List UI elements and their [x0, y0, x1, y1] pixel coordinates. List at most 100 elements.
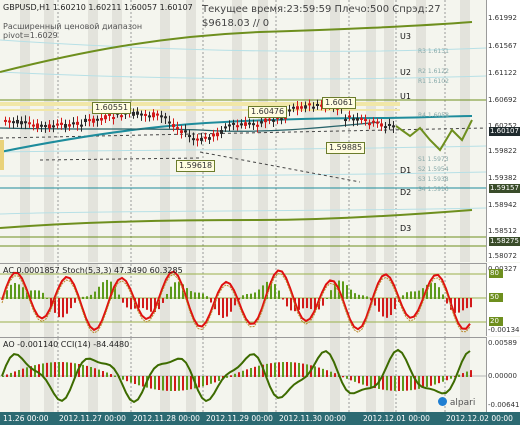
candle-body — [292, 106, 295, 109]
ac-bar — [94, 291, 96, 299]
ao-bar — [54, 362, 56, 377]
ac-bar — [418, 290, 420, 299]
candle-body — [280, 118, 283, 121]
level-label-u2: U2 — [400, 68, 411, 77]
candle-body — [152, 112, 155, 118]
candle-body — [300, 106, 303, 109]
price-tick: 1.58072 — [488, 252, 517, 260]
ao-tick: -0.00641 — [488, 401, 520, 409]
ac-bar — [470, 298, 472, 308]
ac-bar — [234, 298, 236, 306]
candle-body — [376, 121, 379, 124]
ao-bar — [406, 376, 408, 391]
ac-bar — [290, 298, 292, 311]
terminal-chart-window: GBPUSD,H1 1.60210 1.60211 1.60057 1.6010… — [0, 0, 520, 425]
ao-bar — [10, 372, 12, 377]
indicator-panel-stoch[interactable]: AC 0.0001857 Stoch(5,3,3) 47.3490 60.328… — [0, 263, 486, 337]
ao-bar — [238, 372, 240, 377]
ac-bar — [382, 298, 384, 317]
candle-body — [308, 103, 311, 106]
candle-body — [88, 119, 91, 122]
ac-bar — [286, 298, 288, 307]
ao-bar — [86, 365, 88, 377]
candle-body — [248, 122, 251, 125]
candle-body — [188, 135, 191, 138]
ao-bar — [322, 368, 324, 377]
ac-bar — [82, 296, 84, 299]
time-tick: 2012.12.02 00:00 — [443, 412, 516, 425]
candle-body — [104, 115, 107, 120]
ao-bar — [342, 376, 344, 378]
ao-bar — [110, 374, 112, 377]
ao-bar — [162, 376, 164, 391]
faint-level-s4: S4 1.5916 — [418, 186, 449, 193]
ao-bar — [462, 373, 464, 377]
session-stripe — [366, 0, 376, 262]
ac-bar — [446, 298, 448, 304]
candle-body — [48, 124, 51, 129]
time-tick: 2012.12.01 00:00 — [360, 412, 433, 425]
ao-bar — [410, 376, 412, 391]
candle-body — [132, 111, 135, 116]
candle-body — [192, 138, 195, 141]
ao-bar — [138, 376, 140, 386]
ao-bar — [190, 376, 192, 390]
candle-body — [256, 124, 259, 127]
level-price-marker-2: 1.58275 — [489, 237, 520, 246]
level-label-d1: D1 — [400, 166, 412, 175]
candle-body — [264, 118, 267, 123]
ac-bar — [174, 282, 176, 299]
faint-level-s3: S3 1.5938 — [418, 176, 449, 183]
price-tick: 1.61122 — [488, 69, 517, 77]
ao-bar — [434, 376, 436, 385]
ac-bar — [262, 285, 264, 299]
price-callout-high-1: 1.60551 — [92, 102, 132, 114]
symbol-info: GBPUSD,H1 1.60210 1.60211 1.60057 1.6010… — [3, 3, 193, 12]
candle-body — [196, 138, 199, 141]
candle-body — [244, 122, 247, 126]
candle-body — [80, 124, 83, 127]
candle-body — [136, 111, 139, 115]
ao-bar — [270, 363, 272, 377]
ac-bar — [278, 290, 280, 299]
ao-bar — [122, 376, 124, 380]
indicator-name: Расширенный ценовой диапазон — [3, 22, 143, 31]
time-tick: 2012.11.29 00:00 — [203, 412, 276, 425]
ac-bar — [58, 298, 60, 318]
ao-bar — [18, 369, 20, 377]
session-stripe — [416, 264, 426, 337]
ac-bar — [10, 284, 12, 299]
alpari-logo-text: alpari — [449, 398, 476, 408]
ao-bar — [350, 376, 352, 381]
ac-bar — [146, 298, 148, 310]
ao-bar — [398, 376, 400, 391]
ao-bar — [22, 368, 24, 377]
ac-bar — [322, 298, 324, 306]
candle-body — [296, 106, 299, 110]
candle-body — [352, 118, 355, 121]
faint-level-r2: R2 1.6122 — [418, 68, 449, 75]
ao-bar — [106, 372, 108, 377]
ao-bar — [182, 376, 184, 391]
ao-bar — [166, 376, 168, 391]
ao-bar — [274, 362, 276, 377]
ao-bar — [46, 362, 48, 377]
ao-bar — [298, 362, 300, 377]
ac-bar — [246, 294, 248, 299]
ao-bar — [426, 376, 428, 387]
ao-bar — [438, 376, 440, 384]
indicator-panel-ao-cci[interactable]: AO -0.001140 CCI(14) -84.4480 alpari — [0, 337, 486, 413]
ao-bar — [346, 376, 348, 379]
ao-bar — [206, 376, 208, 386]
pivot-info: pivot=1.6029 — [3, 31, 58, 40]
ac-bar — [254, 292, 256, 299]
stoch-tick: -0.00134 — [488, 326, 520, 334]
time-tick: 2012.11.27 00:00 — [56, 412, 129, 425]
ao-bar — [330, 371, 332, 377]
ac-bar — [242, 295, 244, 299]
ac-bar — [298, 298, 300, 310]
price-tick: 1.58942 — [488, 201, 517, 209]
main-chart-panel[interactable]: GBPUSD,H1 1.60210 1.60211 1.60057 1.6010… — [0, 0, 486, 262]
candle-body — [268, 118, 271, 121]
ac-bar — [38, 290, 40, 299]
